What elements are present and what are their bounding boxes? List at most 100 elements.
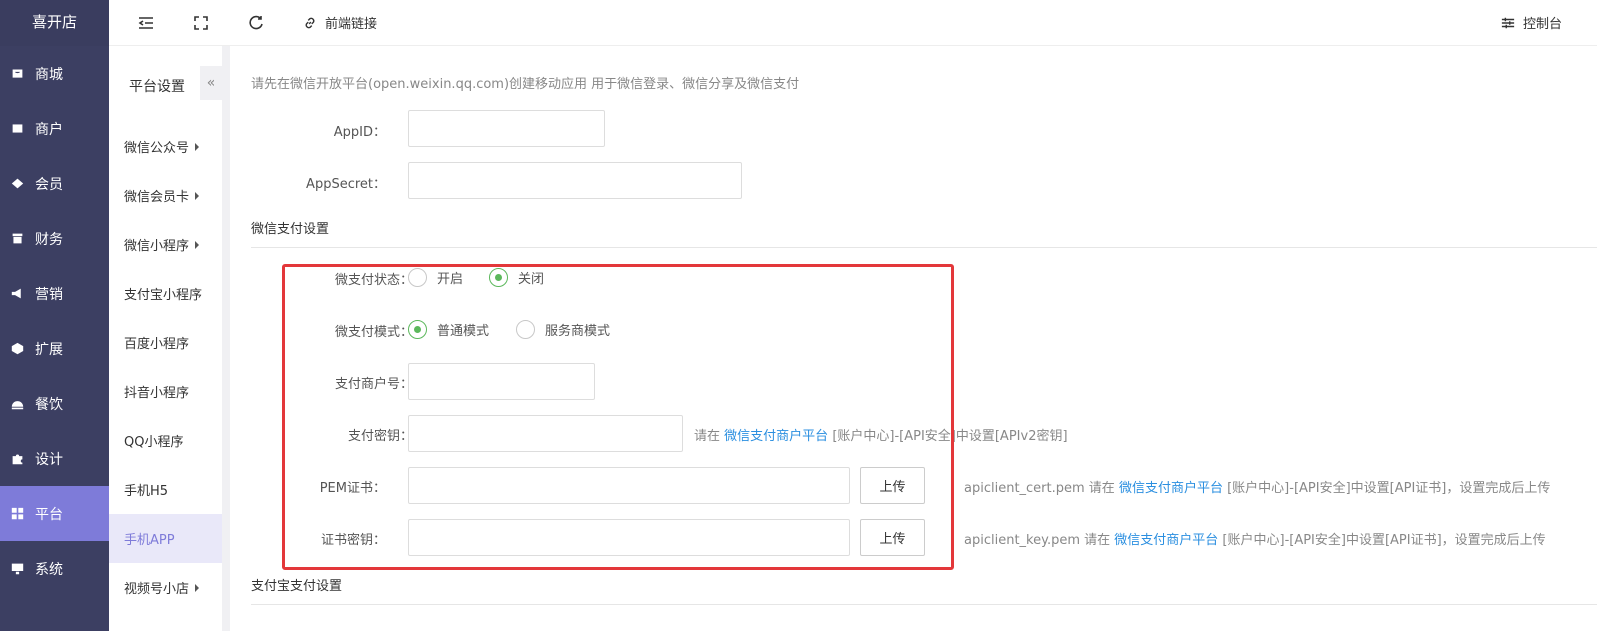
puzzle-icon	[11, 452, 24, 465]
tip-text: 请在	[694, 429, 721, 444]
shop-icon	[11, 67, 24, 80]
sidebar-item-dining[interactable]: 餐饮	[0, 376, 109, 431]
subnav-item-label: QQ小程序	[124, 435, 184, 450]
pay-status-on-radio[interactable]: 开启	[408, 268, 463, 287]
caret-right-icon	[195, 142, 200, 151]
subnav-item-wechat-miniprogram[interactable]: 微信小程序	[109, 220, 222, 269]
cube-icon	[11, 342, 24, 355]
sidebar-item-label: 扩展	[35, 341, 63, 358]
radio-label: 开启	[437, 272, 464, 287]
double-chevron-left-icon: «	[206, 75, 216, 91]
toggle-menu-button[interactable]	[136, 13, 156, 33]
sidebar-item-system[interactable]: 系统	[0, 541, 109, 596]
subnav-divider	[222, 46, 230, 631]
subnav-item-label: 微信小程序	[124, 239, 190, 254]
sidebar-item-shop[interactable]: 商城	[0, 46, 109, 101]
pem-upload-button[interactable]: 上传	[860, 467, 925, 504]
sidebar-item-label: 餐饮	[35, 396, 63, 413]
subnav-item-label: 手机APP	[124, 533, 175, 548]
sidebar-item-marketing[interactable]: 营销	[0, 266, 109, 321]
pay-key-tip: 请在 微信支付商户平台 [账户中心]-[API安全]中设置[APIv2密钥]	[694, 425, 1068, 444]
appid-label: AppID：	[333, 125, 386, 140]
wxpay-merchant-platform-link[interactable]: 微信支付商户平台	[1114, 533, 1218, 548]
subnav-item-mobile-app[interactable]: 手机APP	[109, 514, 222, 563]
pay-mode-provider-radio[interactable]: 服务商模式	[516, 320, 610, 339]
sidebar-item-label: 设计	[35, 451, 63, 468]
cert-key-label: 证书密钥：	[320, 533, 386, 548]
sidebar-item-label: 商城	[35, 66, 63, 83]
monitor-icon	[11, 562, 24, 575]
radio-label: 关闭	[518, 272, 545, 287]
subnav-item-label: 支付宝小程序	[124, 288, 203, 303]
tip-text: [账户中心]-[API安全]中设置[API证书]，设置完成后上传	[1227, 481, 1551, 496]
tip-text: [账户中心]-[API安全]中设置[API证书]，设置完成后上传	[1222, 533, 1546, 548]
sidebar-item-label: 商户	[35, 121, 63, 138]
fullscreen-button[interactable]	[191, 13, 211, 33]
console-label: 控制台	[1523, 17, 1563, 32]
appsecret-input[interactable]	[408, 162, 742, 199]
pay-key-label: 支付密钥：	[347, 429, 413, 444]
frontend-link-label: 前端链接	[325, 17, 378, 32]
caret-right-icon	[195, 191, 200, 200]
open-platform-hint: 请先在微信开放平台(open.weixin.qq.com)创建移动应用 用于微信…	[251, 77, 800, 92]
megaphone-icon	[11, 287, 24, 300]
tip-text: apiclient_key.pem 请在	[964, 533, 1111, 548]
caret-right-icon	[195, 240, 200, 249]
cert-key-tip: apiclient_key.pem 请在 微信支付商户平台 [账户中心]-[AP…	[964, 529, 1546, 548]
pem-cert-label: PEM证书：	[319, 481, 386, 496]
brand-logo[interactable]: 喜开店	[0, 0, 109, 46]
pay-status-off-radio[interactable]: 关闭	[489, 268, 544, 287]
frontend-link-button[interactable]: 前端链接	[303, 13, 377, 32]
sidebar-item-label: 会员	[35, 176, 63, 193]
section-divider	[251, 604, 1597, 605]
refresh-button[interactable]	[246, 13, 266, 33]
radio-circle	[516, 320, 535, 339]
subnav-title: 平台设置	[129, 79, 185, 95]
finance-icon	[11, 232, 24, 245]
sidebar-item-extension[interactable]: 扩展	[0, 321, 109, 376]
pay-key-input[interactable]	[408, 415, 683, 452]
wxpay-section-title: 微信支付设置	[251, 222, 330, 237]
pay-mode-normal-radio[interactable]: 普通模式	[408, 320, 489, 339]
grid-icon	[11, 507, 24, 520]
console-button[interactable]: 控制台	[1501, 13, 1562, 32]
subnav-item-wechat-official[interactable]: 微信公众号	[109, 122, 222, 171]
subnav-item-mobile-h5[interactable]: 手机H5	[109, 465, 222, 514]
sidebar-item-label: 系统	[35, 561, 63, 578]
sidebar-item-label: 平台	[35, 506, 63, 523]
collapse-subnav-button[interactable]: «	[200, 66, 222, 100]
appid-input[interactable]	[408, 110, 605, 147]
subnav-item-baidu-miniprogram[interactable]: 百度小程序	[109, 318, 222, 367]
wxpay-merchant-platform-link[interactable]: 微信支付商户平台	[724, 429, 828, 444]
radio-circle	[408, 320, 427, 339]
subnav-item-wechat-card[interactable]: 微信会员卡	[109, 171, 222, 220]
wxpay-merchant-platform-link[interactable]: 微信支付商户平台	[1119, 481, 1223, 496]
sidebar-item-member[interactable]: 会员	[0, 156, 109, 211]
refresh-icon	[249, 15, 263, 30]
cert-key-upload-button[interactable]: 上传	[860, 519, 925, 556]
subnav-item-douyin-miniprogram[interactable]: 抖音小程序	[109, 367, 222, 416]
tip-text: [账户中心]-[API安全]中设置[APIv2密钥]	[832, 429, 1068, 444]
sidebar-item-finance[interactable]: 财务	[0, 211, 109, 266]
radio-circle	[408, 268, 427, 287]
subnav-item-label: 视频号小店	[124, 582, 190, 597]
pay-mode-label: 微支付模式：	[334, 325, 413, 340]
platform-subnav: 平台设置 « 微信公众号 微信会员卡 微信小程序 支付宝小程序 百度小程序 抖音…	[109, 46, 222, 631]
radio-circle	[489, 268, 508, 287]
subnav-item-qq-miniprogram[interactable]: QQ小程序	[109, 416, 222, 465]
subnav-item-label: 微信公众号	[124, 141, 190, 156]
section-divider	[251, 247, 1597, 248]
caret-right-icon	[195, 583, 200, 592]
sidebar-item-design[interactable]: 设计	[0, 431, 109, 486]
pem-cert-input[interactable]	[408, 467, 850, 504]
main-sidebar: 喜开店 商城 商户 会员 财务 营销 扩展 餐饮 设计 平台 系统	[0, 0, 109, 631]
sidebar-item-platform[interactable]: 平台	[0, 486, 109, 541]
subnav-item-alipay-miniprogram[interactable]: 支付宝小程序	[109, 269, 222, 318]
sidebar-item-merchant[interactable]: 商户	[0, 101, 109, 156]
fullscreen-icon	[194, 16, 208, 30]
subnav-item-label: 抖音小程序	[124, 386, 190, 401]
cert-key-input[interactable]	[408, 519, 850, 556]
merchant-no-input[interactable]	[408, 363, 595, 400]
appsecret-label: AppSecret：	[306, 177, 386, 192]
subnav-item-video-shop[interactable]: 视频号小店	[109, 563, 222, 612]
